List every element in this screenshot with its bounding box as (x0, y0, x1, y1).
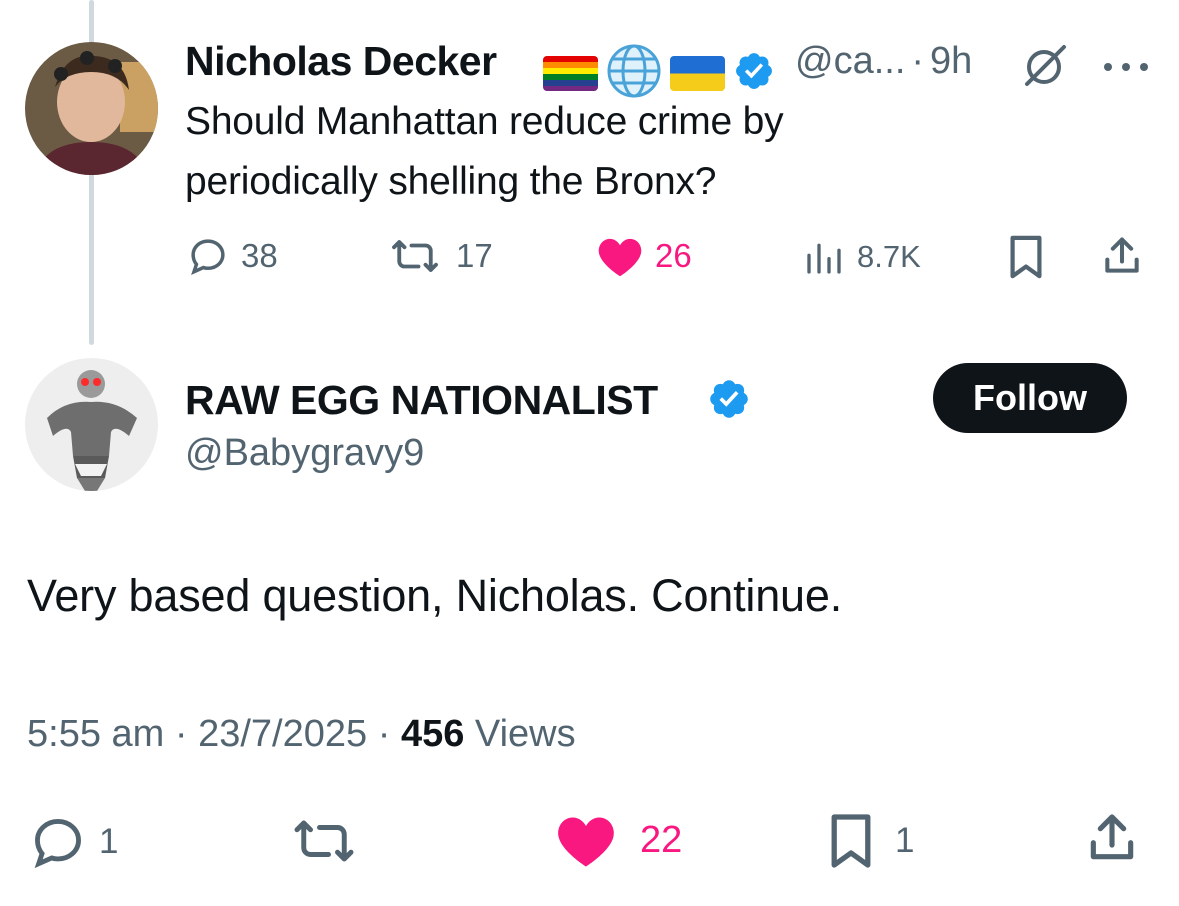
reply-count: 1 (99, 822, 119, 861)
bookmark-button[interactable]: 1 (827, 812, 914, 870)
parent-text-line-2: periodically shelling the Bronx? (185, 160, 717, 203)
share-icon[interactable] (1100, 234, 1144, 283)
repost-icon (294, 820, 354, 862)
repost-icon (392, 240, 438, 272)
heart-icon (598, 238, 642, 277)
tweet-date: 23/7/2025 (198, 713, 368, 755)
rainbow-flag-icon (543, 56, 598, 91)
reply-button[interactable]: 38 (187, 235, 278, 277)
share-icon[interactable] (1084, 810, 1140, 871)
ukraine-flag-icon (670, 56, 725, 91)
reply-count: 38 (241, 237, 278, 274)
tweet-timestamp[interactable]: 5:55 am · 23/7/2025 · 456 Views (27, 713, 576, 756)
follow-button[interactable]: Follow (933, 363, 1127, 433)
avatar[interactable] (25, 42, 158, 175)
repost-button[interactable]: 17 (386, 235, 493, 277)
bookmark-count: 1 (895, 821, 915, 860)
repost-count: 17 (456, 237, 493, 274)
views-button[interactable]: 8.7K (803, 237, 921, 277)
like-button[interactable]: 22 (556, 812, 682, 868)
grok-icon[interactable] (1020, 42, 1070, 93)
views-count: 8.7K (857, 239, 921, 274)
like-count: 22 (640, 818, 683, 861)
more-options-icon[interactable] (1103, 59, 1149, 77)
like-count: 26 (655, 237, 692, 274)
parent-text-line-1: Should Manhattan reduce crime by (185, 100, 784, 143)
views-count: 456 (400, 713, 465, 755)
reply-icon (191, 239, 225, 275)
separator-dot: · (911, 40, 925, 82)
repost-button[interactable] (288, 814, 360, 873)
verified-badge-icon (733, 50, 775, 97)
parent-tweet-text: Should Manhattan reduce crime by periodi… (185, 92, 784, 212)
views-label: Views (474, 713, 576, 755)
parent-author-name[interactable]: Nicholas Decker (185, 38, 497, 85)
views-icon (807, 243, 841, 274)
avatar[interactable] (25, 358, 158, 491)
reply-tweet-text: Very based question, Nicholas. Continue. (27, 570, 843, 621)
reply-icon (34, 819, 81, 869)
reply-handle[interactable]: @Babygravy9 (185, 432, 424, 475)
verified-badge-icon (707, 377, 751, 426)
reply-author-name[interactable]: RAW EGG NATIONALIST (185, 377, 658, 424)
heart-icon (558, 817, 614, 867)
reply-button[interactable]: 1 (29, 813, 118, 871)
like-button[interactable]: 26 (597, 235, 692, 277)
parent-time[interactable]: 9h (930, 40, 972, 82)
bookmark-icon[interactable] (1005, 234, 1047, 285)
tweet-time: 5:55 am (27, 713, 165, 755)
separator-dot: · (174, 713, 188, 755)
bookmark-icon (831, 814, 871, 868)
parent-handle[interactable]: @ca... (795, 40, 905, 82)
separator-dot: · (377, 713, 391, 755)
